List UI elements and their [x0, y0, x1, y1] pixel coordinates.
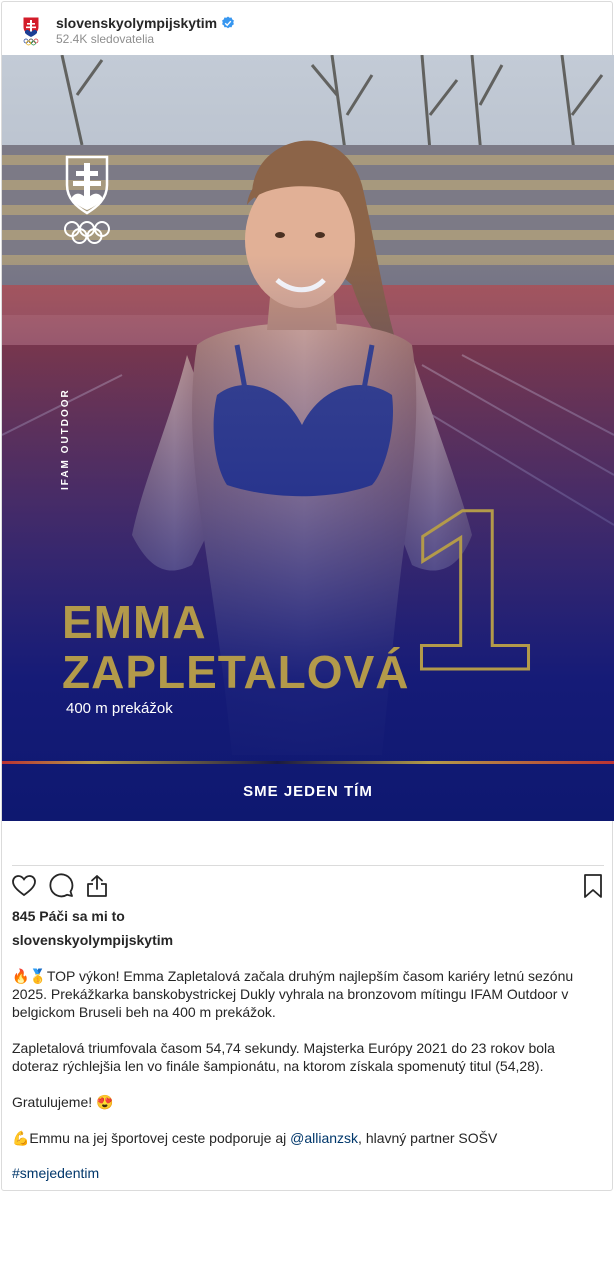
- heart-icon: [12, 875, 36, 897]
- caption-text-segment: 💪Emmu na jej športovej ceste podporuje a…: [12, 1130, 291, 1146]
- caption-paragraph: Zapletalová triumfovala časom 54,74 seku…: [12, 1040, 555, 1074]
- account-username[interactable]: slovenskyolympijskytim: [56, 15, 217, 31]
- verified-badge-icon: [222, 16, 234, 29]
- post-image[interactable]: IFAM OUTDOOR 1 EMMA ZAPLETALOVÁ 400 m pr…: [2, 55, 614, 821]
- caption-text: 🔥🥇TOP výkon! Emma Zapletalová začala dru…: [12, 967, 602, 1165]
- athlete-last-name: ZAPLETALOVÁ: [62, 646, 410, 698]
- comment-icon: [49, 873, 74, 898]
- like-button[interactable]: [11, 873, 37, 899]
- hashtag-link[interactable]: #smejedentim: [12, 1165, 99, 1181]
- like-count[interactable]: 845 Páči sa mi to: [12, 908, 125, 924]
- placement-number: 1: [406, 461, 537, 718]
- post-header: slovenskyolympijskytim 52.4K sledovateli…: [2, 2, 612, 56]
- avatar[interactable]: [16, 12, 46, 46]
- slogan: SME JEDEN TÍM: [243, 783, 373, 800]
- gold-rule: [2, 761, 614, 764]
- save-button[interactable]: [580, 873, 606, 899]
- comment-button[interactable]: [48, 873, 74, 899]
- event-side-label: IFAM OUTDOOR: [60, 388, 71, 490]
- share-button[interactable]: [84, 873, 110, 899]
- follower-count: 52.4K sledovatelia: [56, 32, 155, 46]
- caption-paragraph: 🔥🥇TOP výkon! Emma Zapletalová začala dru…: [12, 968, 574, 1020]
- caption-paragraph: Gratulujeme! 😍: [12, 1094, 114, 1110]
- instagram-embed-card: slovenskyolympijskytim 52.4K sledovateli…: [1, 1, 614, 1191]
- divider: [12, 865, 604, 866]
- caption-text-segment: , hlavný partner SOŠV: [358, 1130, 498, 1146]
- share-icon: [87, 875, 107, 897]
- sok-logo-icon: [22, 16, 40, 46]
- caption-paragraph: 💪Emmu na jej športovej ceste podporuje a…: [12, 1129, 602, 1147]
- athlete-event: 400 m prekážok: [66, 700, 173, 717]
- athlete-first-name: EMMA: [62, 596, 207, 648]
- bookmark-icon: [584, 874, 602, 898]
- mention-link[interactable]: @allianzsk: [290, 1130, 358, 1146]
- caption-username[interactable]: slovenskyolympijskytim: [12, 932, 173, 948]
- account-name[interactable]: slovenskyolympijskytim: [56, 15, 235, 31]
